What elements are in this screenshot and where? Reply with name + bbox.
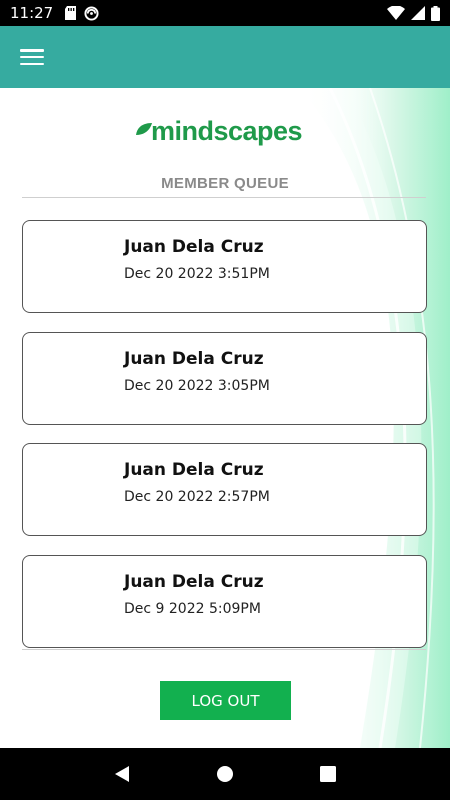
wifi-icon — [387, 6, 405, 20]
member-timestamp: Dec 9 2022 5:09PM — [124, 601, 261, 617]
member-name: Juan Dela Cruz — [124, 572, 264, 592]
member-name: Juan Dela Cruz — [124, 349, 264, 369]
list-divider — [22, 649, 426, 650]
member-name: Juan Dela Cruz — [124, 460, 264, 480]
member-name: Juan Dela Cruz — [124, 237, 264, 257]
status-time: 11:27 — [10, 4, 54, 22]
member-timestamp: Dec 20 2022 2:57PM — [124, 489, 270, 505]
page-title: MEMBER QUEUE — [161, 175, 289, 192]
back-icon[interactable] — [107, 759, 137, 789]
signal-icon — [411, 6, 425, 20]
sd-card-icon — [65, 6, 77, 20]
title-divider — [22, 197, 426, 198]
member-card[interactable]: Juan Dela Cruz Dec 20 2022 3:51PM — [22, 220, 427, 313]
hamburger-menu-icon[interactable] — [20, 47, 44, 67]
logo-text: mindscapes — [151, 116, 303, 146]
logout-button[interactable]: LOG OUT — [160, 681, 291, 720]
sync-icon — [84, 5, 99, 21]
recents-icon[interactable] — [313, 759, 343, 789]
member-timestamp: Dec 20 2022 3:05PM — [124, 378, 270, 394]
system-nav-bar — [0, 748, 450, 800]
battery-icon — [431, 5, 440, 21]
member-card[interactable]: Juan Dela Cruz Dec 20 2022 2:57PM — [22, 443, 427, 536]
status-bar: 11:27 — [0, 0, 450, 26]
app-bar — [0, 26, 450, 88]
member-card[interactable]: Juan Dela Cruz Dec 9 2022 5:09PM — [22, 555, 427, 648]
mindscapes-logo: mindscapes — [135, 116, 303, 146]
member-timestamp: Dec 20 2022 3:51PM — [124, 266, 270, 282]
member-card[interactable]: Juan Dela Cruz Dec 20 2022 3:05PM — [22, 332, 427, 425]
home-icon[interactable] — [210, 759, 240, 789]
main-content: mindscapes MEMBER QUEUE Juan Dela Cruz D… — [0, 88, 450, 748]
